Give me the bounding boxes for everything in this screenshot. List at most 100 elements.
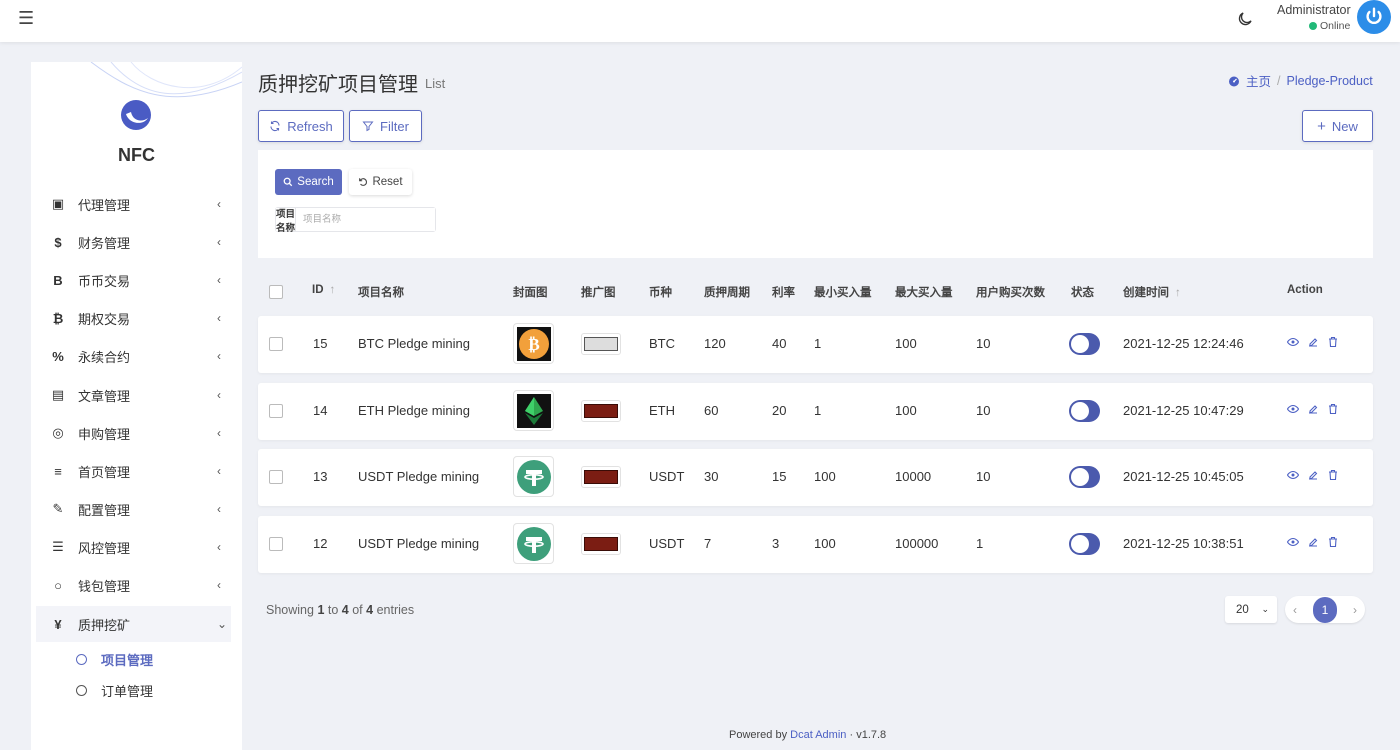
column-header-12: Action [1287,284,1323,296]
cell-created: 2021-12-25 10:47:29 [1123,403,1244,418]
table-row: 13 USDT Pledge mining USDT 30 15 100 10000 10 20… [258,449,1373,506]
promo-image[interactable] [581,466,621,488]
cell-min: 100 [814,469,836,484]
edit-icon[interactable] [1307,336,1319,348]
footer-brand-link[interactable]: Dcat Admin [790,729,846,741]
filter-button[interactable]: Filter [349,110,422,142]
column-header-0[interactable]: ID ↑ [312,284,335,296]
online-dot [1309,22,1317,30]
sidebar-item-6[interactable]: ◎ 申购管理 ‹ [36,415,231,451]
cell-period: 120 [704,336,726,351]
sidebar-item-2[interactable]: B 币币交易 ‹ [36,262,231,298]
row-checkbox[interactable] [269,404,283,418]
trash-icon[interactable] [1327,469,1339,481]
trash-icon[interactable] [1327,536,1339,548]
chevron-left-icon: ‹ [217,235,221,249]
hamburger-icon[interactable]: ☰ [18,8,34,29]
reset-label: Reset [372,176,403,188]
page-size-select[interactable]: 20 ⌄ [1225,596,1277,623]
status-toggle[interactable] [1069,533,1100,555]
dollar-icon: $ [54,234,62,250]
showing-entries: Showing 1 to 4 of 4 entries [266,603,414,617]
user-name[interactable]: Administrator [1277,3,1351,17]
edit-icon[interactable] [1307,403,1319,415]
bitcoin-logo[interactable]: ₿ [513,323,554,364]
eye-icon[interactable] [1287,536,1299,548]
tether-logo[interactable] [513,456,554,497]
cell-rate: 40 [772,336,787,351]
column-header-label: 币种 [649,287,672,299]
prev-page-icon[interactable]: ‹ [1293,603,1297,617]
page-button-1[interactable]: 1 [1313,596,1337,623]
page-subtitle: List [425,76,446,91]
sidebar-item-label: 质押挖矿 [78,617,131,633]
cell-max: 100 [895,336,917,351]
footer-separator: · [849,729,854,741]
sidebar-item-0[interactable]: ▣ 代理管理 ‹ [36,186,231,222]
refresh-button[interactable]: Refresh [258,110,344,142]
sidebar-item-7[interactable]: ≡ 首页管理 ‹ [36,453,231,489]
status-toggle[interactable] [1069,466,1100,488]
reset-button[interactable]: Reset [349,169,412,195]
dashboard-icon [1229,76,1239,86]
column-header-label: 项目名称 [358,287,404,299]
sidebar-item-9[interactable]: ☰ 风控管理 ‹ [36,529,231,565]
refresh-icon [270,120,280,132]
sidebar-item-5[interactable]: ▤ 文章管理 ‹ [36,377,231,413]
chevron-left-icon: ‹ [217,426,221,440]
sidebar-item-11[interactable]: ¥ 质押挖矿 ⌄ [36,606,231,642]
column-header-4: 币种 [649,284,672,300]
row-checkbox[interactable] [269,337,283,351]
row-actions [1287,469,1339,481]
ethereum-logo[interactable] [513,390,554,431]
promo-image[interactable] [581,533,621,555]
edit-icon[interactable] [1307,536,1319,548]
showing-total: 4 [366,603,374,617]
sidebar-item-4[interactable]: % 永续合约 ‹ [36,338,231,374]
sidebar-item-1[interactable]: $ 财务管理 ‹ [36,224,231,260]
tether-logo[interactable] [513,523,554,564]
plus-icon: + [1317,117,1326,135]
select-all-checkbox[interactable] [269,285,283,299]
trash-icon[interactable] [1327,336,1339,348]
eye-icon[interactable] [1287,403,1299,415]
eye-icon[interactable] [1287,336,1299,348]
list-icon: ≡ [54,463,62,479]
breadcrumb-current[interactable]: Pledge-Product [1287,74,1373,88]
chevron-left-icon: ‹ [217,540,221,554]
cell-coin: BTC [649,336,675,351]
new-button[interactable]: + New [1302,110,1373,142]
status-toggle[interactable] [1069,400,1100,422]
sidebar-item-8[interactable]: ✎ 配置管理 ‹ [36,491,231,527]
edit-icon[interactable] [1307,469,1319,481]
refresh-label: Refresh [287,118,333,134]
moon-icon[interactable] [1236,10,1254,28]
avatar[interactable] [1357,0,1391,34]
sidebar-item-10[interactable]: ○ 钱包管理 ‹ [36,567,231,603]
promo-image[interactable] [581,400,621,422]
cell-name: BTC Pledge mining [358,336,470,351]
submenu-item-1[interactable]: 订单管理 [76,677,153,703]
undo-icon [359,178,368,186]
sidebar-item-label: 配置管理 [78,502,131,518]
status-toggle[interactable] [1069,333,1100,355]
promo-image[interactable] [581,333,621,355]
circle-icon [76,684,87,696]
eye-icon[interactable] [1287,469,1299,481]
cell-rate: 3 [772,536,780,551]
name-filter-input[interactable] [296,208,435,231]
cell-max: 100 [895,403,917,418]
column-header-label: 封面图 [513,287,548,299]
row-checkbox[interactable] [269,537,283,551]
sidebar-item-3[interactable]: ₿ 期权交易 ‹ [36,300,231,336]
cell-created: 2021-12-25 10:45:05 [1123,469,1244,484]
cell-coin: ETH [649,403,675,418]
search-button[interactable]: Search [275,169,342,195]
row-checkbox[interactable] [269,470,283,484]
column-header-11[interactable]: 创建时间 ↑ [1123,284,1181,300]
breadcrumb-home[interactable]: 主页 [1246,71,1271,90]
next-page-icon[interactable]: › [1353,603,1357,617]
submenu-item-0[interactable]: 项目管理 [76,646,153,672]
cell-times: 10 [976,336,991,351]
trash-icon[interactable] [1327,403,1339,415]
